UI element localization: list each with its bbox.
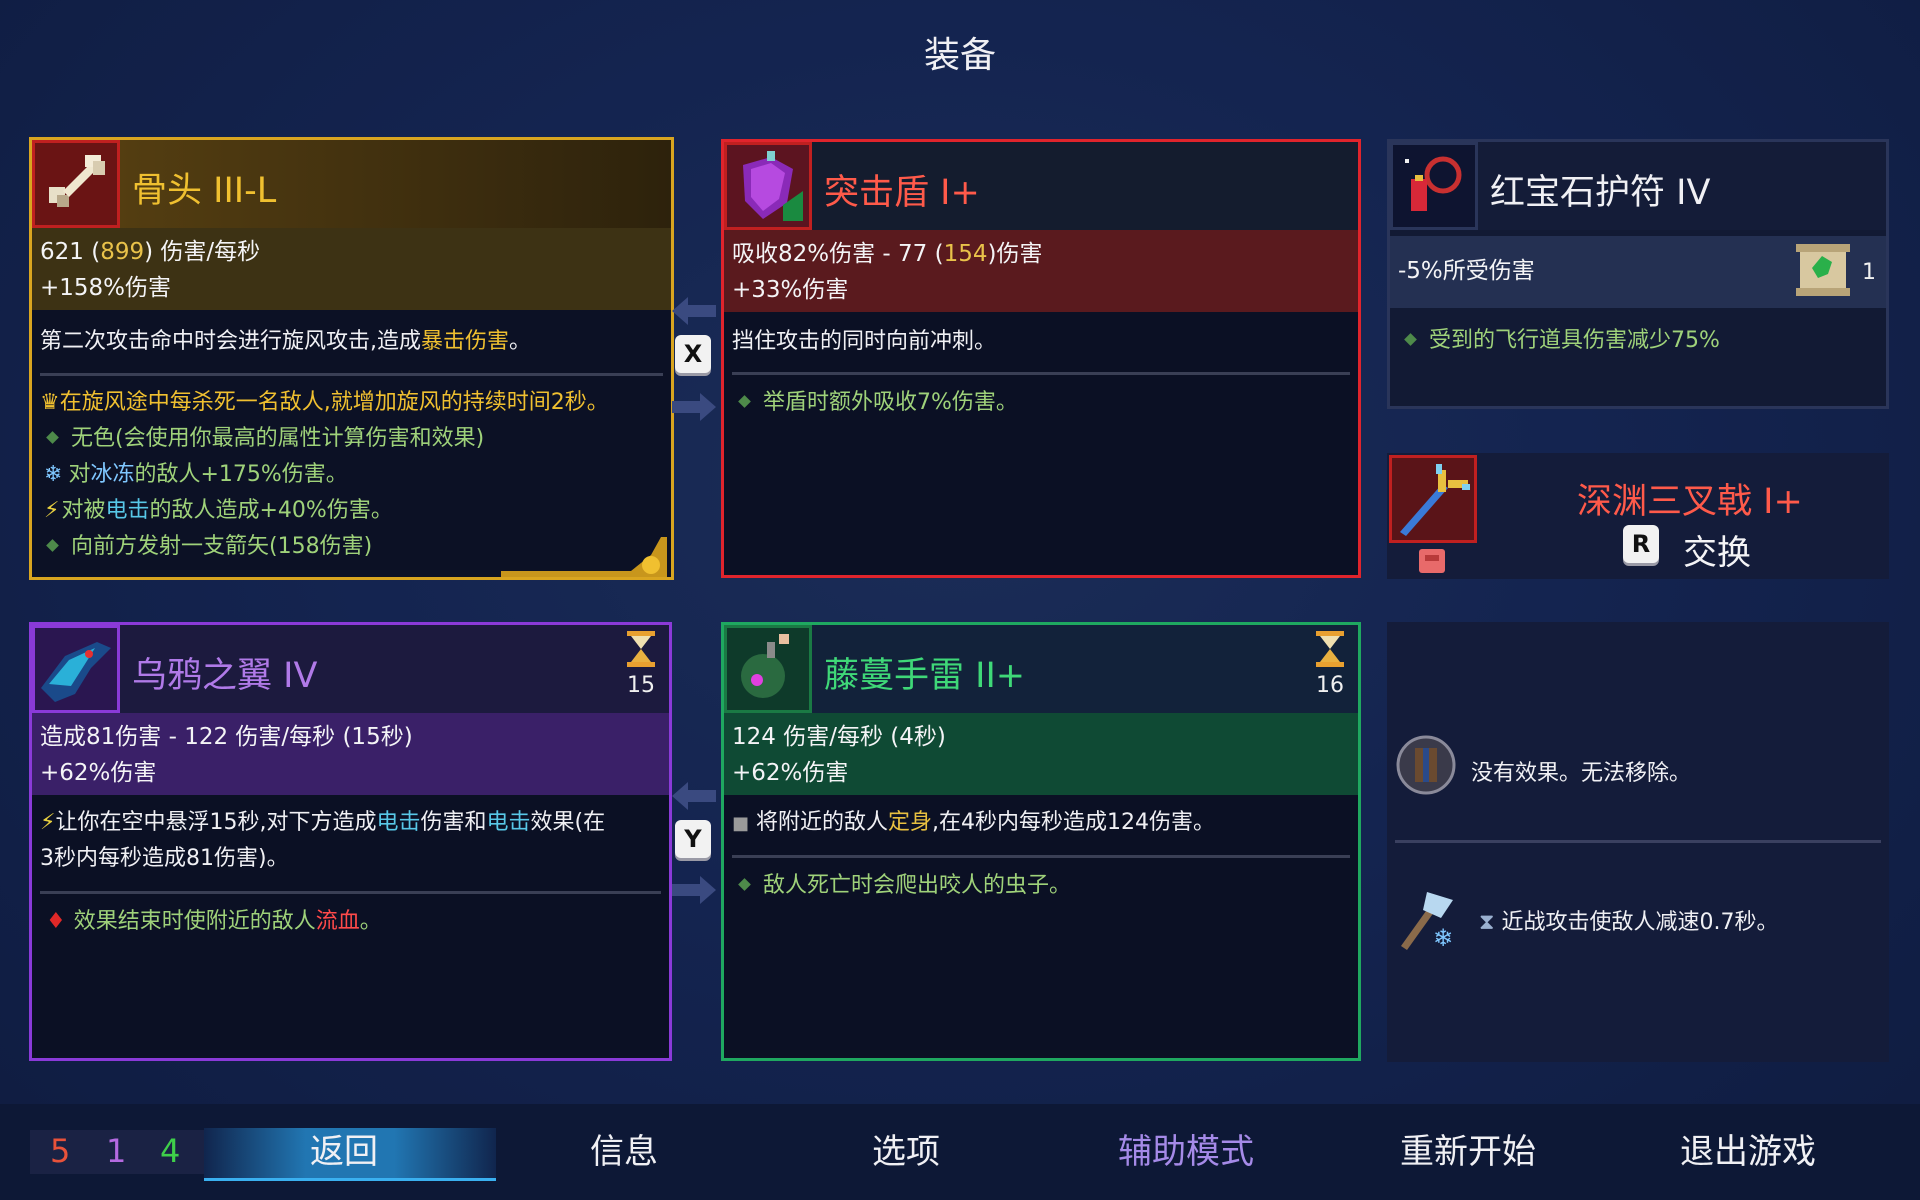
diamond-bullet-icon [46,431,59,444]
blood-drop-icon: ♦ [46,909,66,934]
divider [40,891,661,894]
card-header: 红宝石护符 IV [1390,142,1886,230]
swap-key-r[interactable]: R [1623,525,1659,563]
skill-stats: 造成81伤害 - 122 伤害/每秒 (15秒) +62%伤害 [32,713,669,795]
abyssal-trident-icon [1389,455,1477,543]
gold-corner-ornament [501,537,667,577]
ruby-amulet-icon [1390,142,1478,230]
swap-right-arrow-icon [672,393,716,421]
swap-action-label[interactable]: 交换 [1683,525,1751,574]
mutation-text: ⧗ 近战攻击使敌人减速0.7秒。 [1479,910,1779,935]
affix-line: 举盾时额外吸收7%伤害。 [732,384,1350,416]
cursed-shield-icon [1396,735,1456,795]
vine-grenade-icon [724,625,812,713]
nav-info-button[interactable]: 信息 [504,1124,744,1173]
nav-back-button[interactable]: 返回 [224,1124,464,1173]
screen-title: 装备 [923,35,996,76]
divider [732,855,1350,858]
brutality-count: 5 [50,1132,71,1170]
crown-icon: ♛ [40,390,60,415]
nav-restart-button[interactable]: 重新开始 [1348,1124,1588,1173]
skill-card-vine-grenade[interactable]: 藤蔓手雷 II+ 16 124 伤害/每秒 (4秒) +62%伤害 ■ 将附近的… [721,622,1361,1061]
affix-line: ⚡对被电击的敌人造成+40%伤害。 [44,498,393,523]
shield-icon [724,142,812,230]
tactics-count: 1 [106,1132,127,1170]
swap-right-arrow-icon [672,876,716,904]
hourglass-icon: ⧗ [1479,910,1495,935]
swap-left-arrow-icon [672,782,716,810]
nav-quit-button[interactable]: 退出游戏 [1628,1124,1868,1173]
divider [40,373,663,376]
cooldown-indicator: 15 [623,631,659,698]
shield-card-assault-shield[interactable]: 突击盾 I+ 吸收82%伤害 - 77 (154)伤害 +33%伤害 挡住攻击的… [721,139,1361,578]
amulet-name: 红宝石护符 IV [1490,173,1711,213]
weapon-description: 第二次攻击命中时会进行旋风攻击,造成暴击伤害。 [40,329,532,354]
diamond-bullet-icon [1404,333,1417,346]
card-header: 藤蔓手雷 II+ 16 [724,625,1358,713]
legendary-affix: ♛在旋风途中每杀死一名敌人,就增加旋风的持续时间2秒。 [40,390,609,415]
card-header: 突击盾 I+ [724,142,1358,230]
affix-line: 敌人死亡时会爬出咬人的虫子。 [732,867,1350,899]
backpack-slot[interactable]: 深渊三叉戟 I+ R 交换 [1387,453,1889,579]
svg-text:❄: ❄ [1433,924,1453,952]
divider [732,372,1350,375]
affix-line: 受到的飞行道具伤害减少75% [1398,322,1878,354]
divider [1395,840,1881,843]
swap-key-x[interactable]: X [675,335,711,373]
mutations-panel: 没有效果。无法移除。 ❄ ⧗ 近战攻击使敌人减速0.7秒。 [1387,622,1889,1062]
scroll-count: 1 [1862,260,1876,285]
snowflake-icon: ❄ [44,462,63,487]
skill-stats: 124 伤害/每秒 (4秒) +62%伤害 [724,713,1358,795]
swap-key-y[interactable]: Y [675,820,711,858]
backpack-weapon-name: 深渊三叉戟 I+ [1577,482,1803,522]
backpack-icon [1419,549,1445,573]
mutation-text: 没有效果。无法移除。 [1471,761,1692,786]
crow-wings-icon [32,625,120,713]
hourglass-icon [1316,631,1344,667]
lightning-icon: ⚡ [40,810,56,835]
card-header: 骨头 III-L [32,140,671,228]
skill-description: ■ 将附近的敌人定身,在4秒内每秒造成124伤害。 [732,810,1216,835]
lightning-icon: ⚡ [44,498,60,523]
scroll-icon [1796,244,1850,296]
swap-left-arrow-icon [672,297,716,325]
weapon-stats: 621 (899) 伤害/每秒 +158%伤害 [32,228,671,310]
diamond-bullet-icon [738,878,751,891]
bone-icon [32,140,120,228]
skill-card-crow-wings[interactable]: 乌鸦之翼 IV 15 造成81伤害 - 122 伤害/每秒 (15秒) +62%… [29,622,672,1061]
weapon-stats: 吸收82%伤害 - 77 (154)伤害 +33%伤害 [724,230,1358,312]
weapon-name: 突击盾 I+ [824,173,980,213]
frost-axe-icon: ❄ [1401,892,1453,952]
amulet-card-ruby[interactable]: 红宝石护符 IV -5%所受伤害 1 受到的飞行道具伤害减少75% [1387,139,1889,409]
affix-line: ❄ 对冰冻的敌人+175%伤害。 [44,462,348,487]
lock-icon: ■ [732,813,750,834]
card-header: 乌鸦之翼 IV 15 [32,625,669,713]
nav-options-button[interactable]: 选项 [786,1124,1026,1173]
weapon-description: 挡住攻击的同时向前冲刺。 [732,329,997,354]
nav-assist-mode-button[interactable]: 辅助模式 [1066,1124,1306,1173]
weapon-card-bone[interactable]: 骨头 III-L 621 (899) 伤害/每秒 +158%伤害 第二次攻击命中… [29,137,674,580]
scroll-counts: 5 1 4 [30,1130,204,1174]
weapon-name: 骨头 III-L [132,171,277,211]
skill-description: ⚡让你在空中悬浮15秒,对下方造成电击伤害和电击效果(在 3秒内每秒造成81伤害… [40,810,606,871]
hourglass-icon [627,631,655,667]
skill-name: 藤蔓手雷 II+ [824,656,1026,696]
skill-name: 乌鸦之翼 IV [132,656,318,696]
affix-line: ♦ 效果结束时使附近的敌人流血。 [46,909,382,934]
cooldown-indicator: 16 [1312,631,1348,698]
survival-count: 4 [160,1132,181,1170]
diamond-bullet-icon [738,395,751,408]
affix-line: 无色(会使用你最高的属性计算伤害和效果) [40,420,663,452]
diamond-bullet-icon [46,539,59,552]
